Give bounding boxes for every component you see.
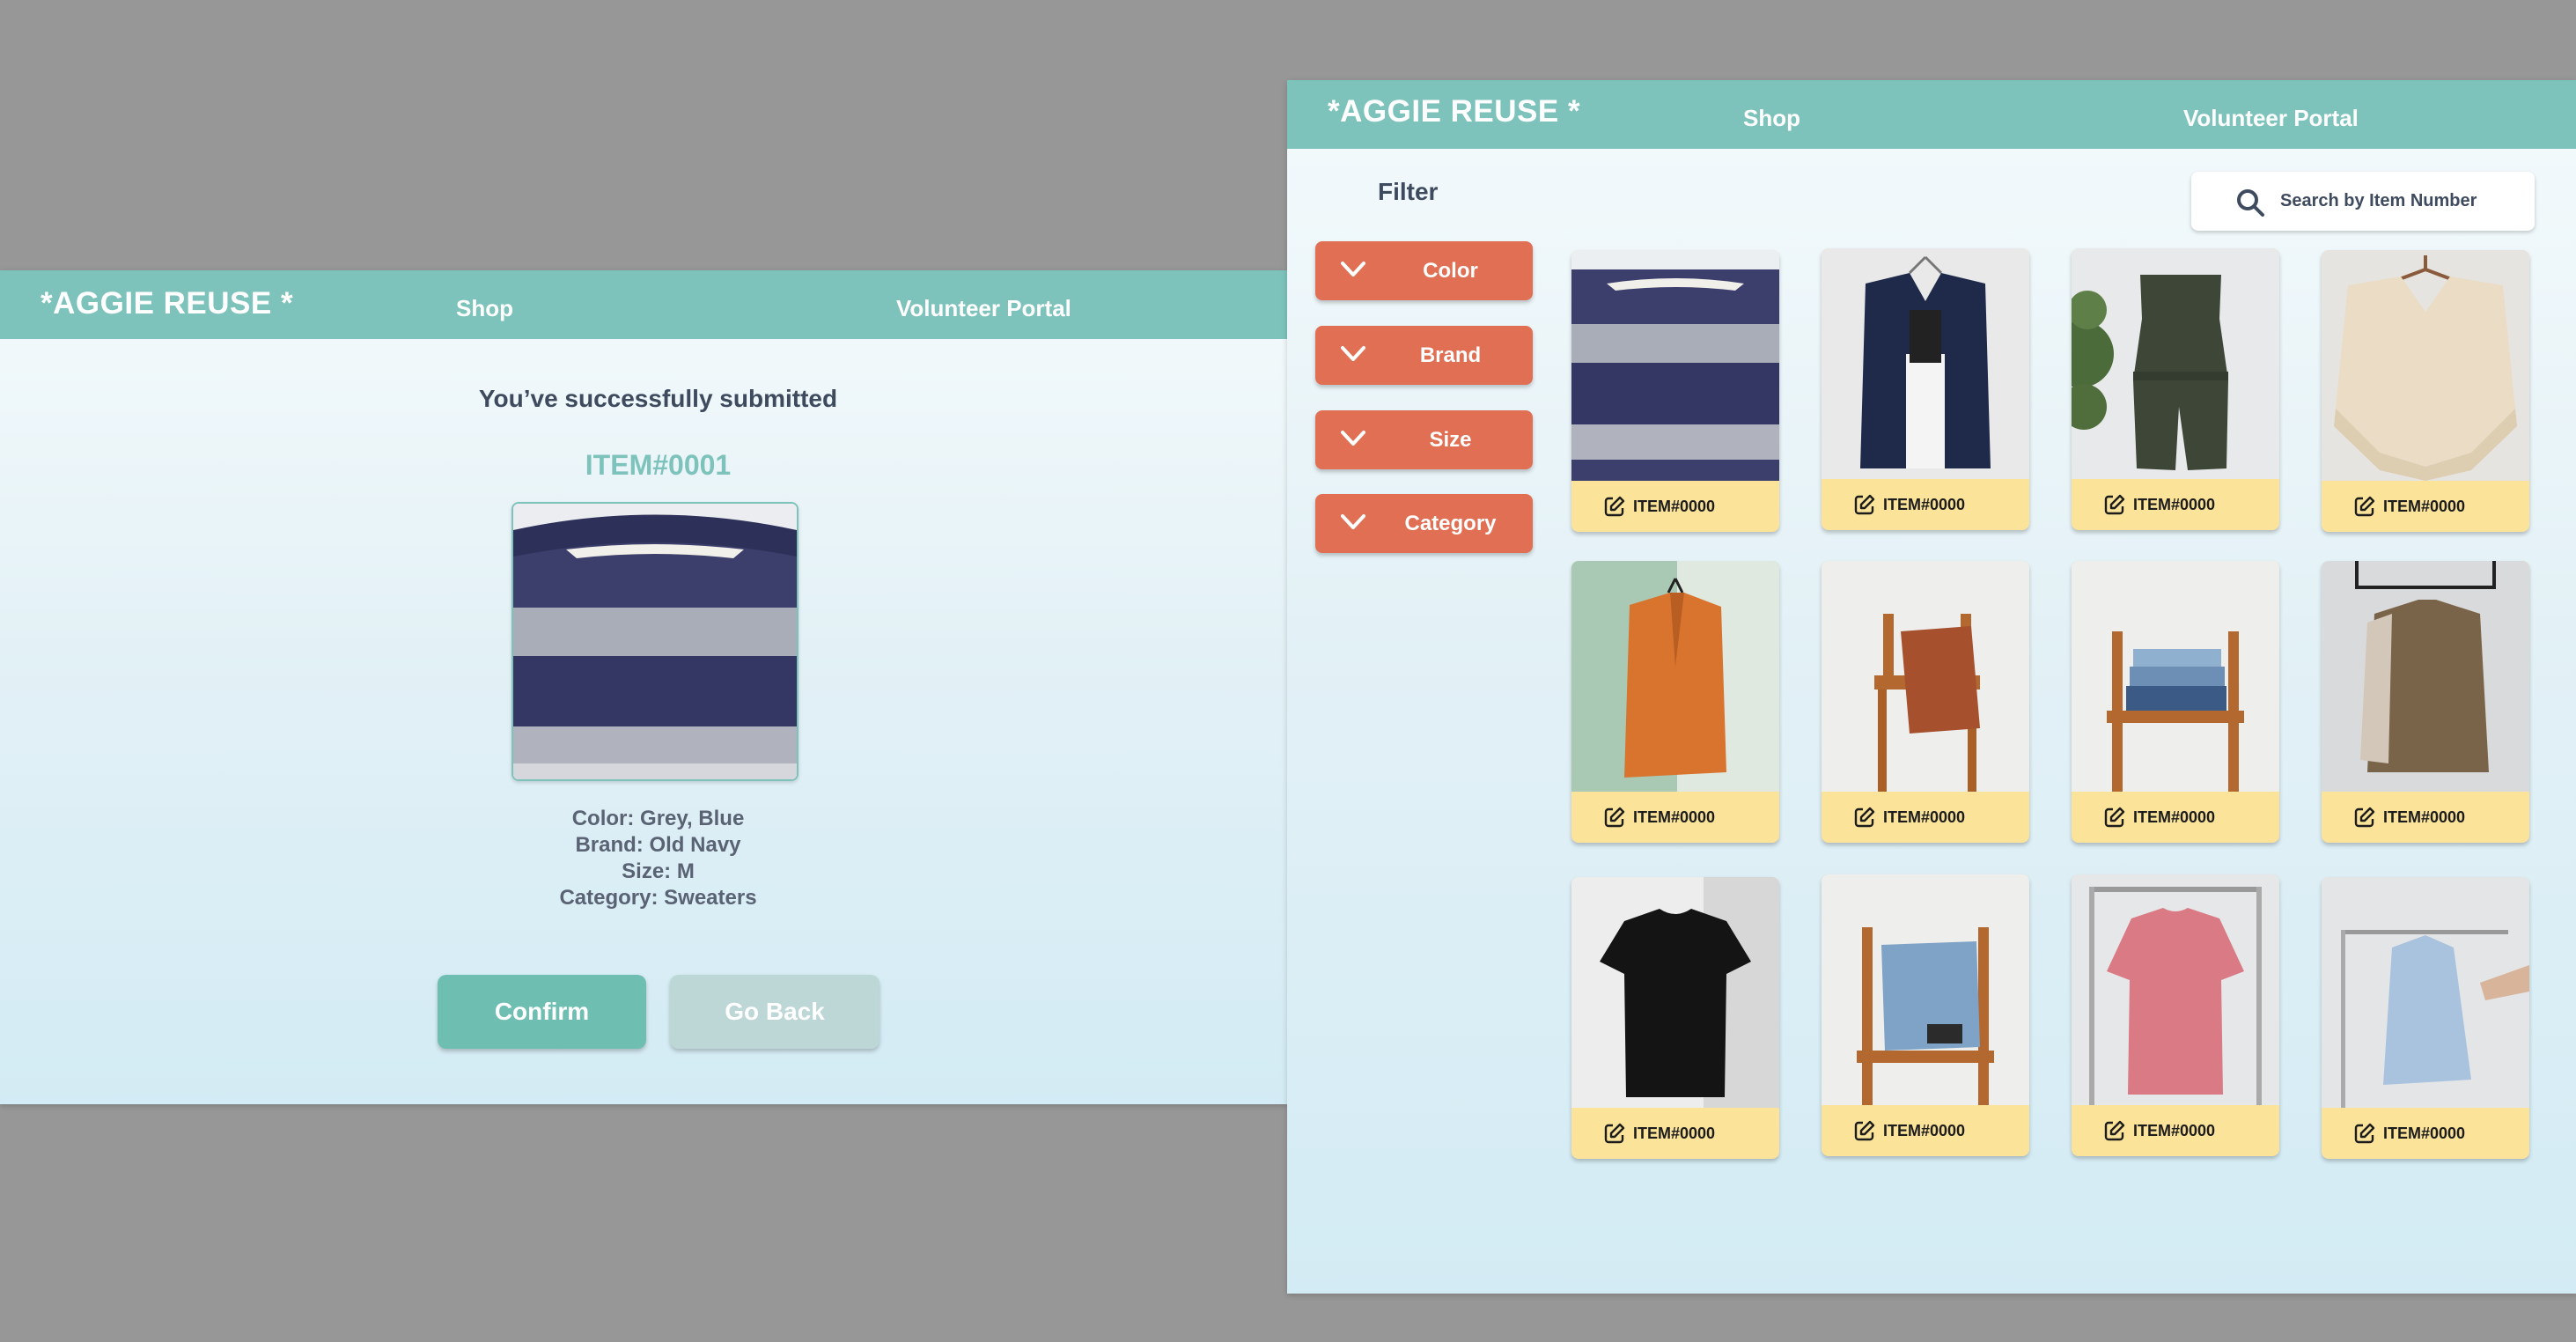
confirmation-heading: You’ve successfully submitted [478, 385, 838, 412]
rust-sweater-on-chair-image [1822, 561, 2029, 792]
item-caption: ITEM#0000 [2072, 1105, 2279, 1156]
filter-label-size: Size [1429, 428, 1472, 452]
item-caption: ITEM#0000 [1571, 1108, 1779, 1159]
search-input[interactable]: Search by Item Number [2191, 172, 2535, 231]
item-card[interactable]: ITEM#0000 [1571, 561, 1779, 843]
edit-icon[interactable] [2103, 806, 2126, 829]
nav-link-shop[interactable]: Shop [456, 295, 513, 322]
edit-icon[interactable] [1853, 493, 1876, 516]
search-placeholder: Search by Item Number [2280, 191, 2477, 210]
item-caption: ITEM#0000 [2322, 481, 2529, 532]
filter-label-brand: Brand [1419, 343, 1482, 367]
orange-blazer-image [1571, 561, 1779, 792]
edit-icon[interactable] [2103, 1119, 2126, 1142]
detail-size: Size: M [622, 859, 695, 883]
filter-label-color: Color [1423, 259, 1478, 283]
filter-brand-dropdown[interactable]: Brand [1315, 326, 1533, 385]
item-caption: ITEM#0000 [1822, 1105, 2029, 1156]
filter-heading: Filter [1378, 178, 1439, 205]
detail-color: Color: Grey, Blue [571, 807, 745, 830]
top-nav-bar: *AGGIE REUSE * Shop Volunteer Portal [0, 270, 1287, 339]
item-card[interactable]: ITEM#0000 [2072, 874, 2279, 1156]
item-code: ITEM#0000 [2383, 498, 2466, 515]
item-code: ITEM#0000 [2133, 496, 2216, 513]
aggie-reuse-logo[interactable]: *AGGIE REUSE * [40, 286, 293, 321]
nav-link-shop[interactable]: Shop [1743, 105, 1800, 132]
item-code: ITEM#0000 [2383, 808, 2466, 826]
edit-icon[interactable] [1603, 495, 1626, 518]
item-card[interactable]: ITEM#0000 [2072, 561, 2279, 843]
item-card[interactable]: ITEM#0000 [2322, 877, 2529, 1159]
filter-category-dropdown[interactable]: Category [1315, 494, 1533, 553]
chevron-down-icon [1341, 514, 1365, 529]
item-caption: ITEM#0000 [1571, 481, 1779, 532]
item-code: ITEM#0000 [1633, 498, 1716, 515]
item-card[interactable]: ITEM#0000 [2322, 250, 2529, 532]
item-details: Color: Grey, Blue Brand: Old Navy Size: … [0, 806, 1287, 911]
submission-confirmation-screen: *AGGIE REUSE * Shop Volunteer Portal You… [0, 270, 1287, 1104]
striped-sweater-image [1571, 250, 1779, 481]
item-code: ITEM#0000 [2383, 1124, 2466, 1142]
item-code: ITEM#0000 [1883, 808, 1966, 826]
chevron-down-icon [1341, 346, 1365, 361]
item-code: ITEM#0000 [2133, 808, 2216, 826]
item-card[interactable]: ITEM#0000 [1571, 877, 1779, 1159]
edit-icon[interactable] [1603, 806, 1626, 829]
search-icon [2237, 189, 2264, 217]
chevron-down-icon [1341, 262, 1365, 277]
item-caption: ITEM#0000 [2322, 1108, 2529, 1159]
nav-link-volunteer-portal[interactable]: Volunteer Portal [896, 295, 1071, 322]
item-code: ITEM#0000 [2133, 1122, 2216, 1139]
confirm-button[interactable]: Confirm [438, 975, 646, 1049]
item-card[interactable]: ITEM#0000 [2072, 248, 2279, 530]
edit-icon[interactable] [1603, 1122, 1626, 1145]
aggie-reuse-logo[interactable]: *AGGIE REUSE * [1328, 94, 1580, 129]
item-code: ITEM#0000 [1883, 1122, 1966, 1139]
detail-brand: Brand: Old Navy [575, 833, 741, 857]
item-caption: ITEM#0000 [2072, 792, 2279, 843]
volunteer-inventory-screen: *AGGIE REUSE * Shop Volunteer Portal Fil… [1287, 80, 2576, 1294]
item-caption: ITEM#0000 [1571, 792, 1779, 843]
light-blue-shirt-image [2322, 877, 2529, 1108]
olive-romper-image [2072, 248, 2279, 479]
black-tshirt-image [1571, 877, 1779, 1108]
filter-size-dropdown[interactable]: Size [1315, 410, 1533, 469]
denim-on-chair-image [1822, 874, 2029, 1105]
filter-color-dropdown[interactable]: Color [1315, 241, 1533, 300]
navy-knit-vest-image [1822, 248, 2029, 479]
edit-icon[interactable] [1853, 1119, 1876, 1142]
nav-link-volunteer-portal[interactable]: Volunteer Portal [2183, 105, 2359, 132]
edit-icon[interactable] [2103, 493, 2126, 516]
item-card[interactable]: ITEM#0000 [1822, 561, 2029, 843]
cream-knit-poncho-image [2322, 250, 2529, 481]
item-card[interactable]: ITEM#0000 [2322, 561, 2529, 843]
edit-icon[interactable] [2353, 495, 2376, 518]
item-caption: ITEM#0000 [1822, 792, 2029, 843]
item-card[interactable]: ITEM#0000 [1571, 250, 1779, 532]
item-card[interactable]: ITEM#0000 [1822, 874, 2029, 1156]
filter-label-category: Category [1404, 512, 1497, 535]
striped-sweater-image [513, 504, 797, 779]
pink-tshirt-dress-image [2072, 874, 2279, 1105]
edit-icon[interactable] [2353, 1122, 2376, 1145]
item-caption: ITEM#0000 [2072, 479, 2279, 530]
folded-jeans-on-chair-image [2072, 561, 2279, 792]
chevron-down-icon [1341, 431, 1365, 446]
submitted-item-number: ITEM#0001 [585, 449, 732, 481]
item-photo-preview [512, 502, 799, 781]
khaki-shirt-jacket-image [2322, 561, 2529, 792]
item-code: ITEM#0000 [1633, 808, 1716, 826]
item-caption: ITEM#0000 [2322, 792, 2529, 843]
item-code: ITEM#0000 [1883, 496, 1966, 513]
item-caption: ITEM#0000 [1822, 479, 2029, 530]
item-code: ITEM#0000 [1633, 1124, 1716, 1142]
top-nav-bar: *AGGIE REUSE * Shop Volunteer Portal [1287, 80, 2576, 149]
go-back-button[interactable]: Go Back [670, 975, 880, 1049]
item-card[interactable]: ITEM#0000 [1822, 248, 2029, 530]
detail-category: Category: Sweaters [559, 886, 757, 910]
edit-icon[interactable] [2353, 806, 2376, 829]
edit-icon[interactable] [1853, 806, 1876, 829]
